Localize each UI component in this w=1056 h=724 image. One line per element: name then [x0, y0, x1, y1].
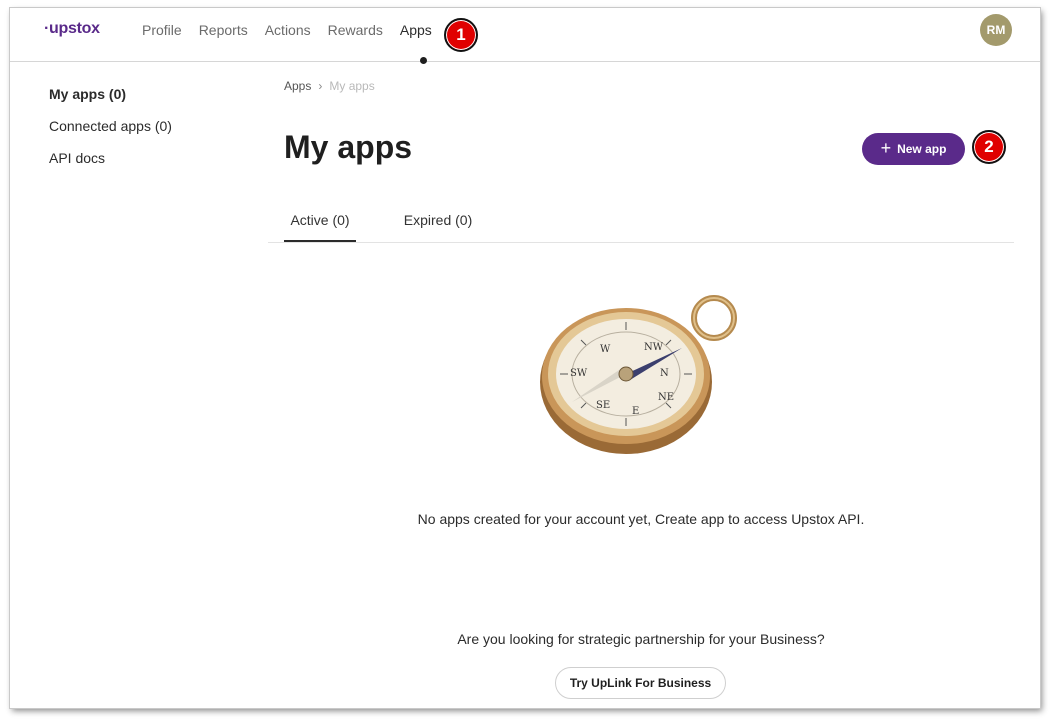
- avatar[interactable]: RM: [980, 14, 1012, 46]
- sidebar-item-connected-apps[interactable]: Connected apps (0): [49, 118, 172, 134]
- try-uplink-button[interactable]: Try UpLink For Business: [555, 667, 726, 699]
- annotation-badge-1: 1: [444, 18, 478, 52]
- svg-text:SW: SW: [570, 368, 588, 379]
- nav-item-rewards[interactable]: Rewards: [328, 22, 383, 38]
- top-navigation: ·upstox Profile Reports Actions Rewards …: [10, 8, 1040, 62]
- partnership-prompt: Are you looking for strategic partnershi…: [457, 631, 825, 647]
- sidebar-item-api-docs[interactable]: API docs: [49, 150, 172, 166]
- breadcrumb-current: My apps: [329, 79, 375, 93]
- annotation-badge-2: 2: [972, 130, 1006, 164]
- breadcrumb-separator: ›: [318, 79, 323, 93]
- new-app-button[interactable]: + New app: [862, 133, 965, 165]
- app-status-tabs: Active (0) Expired (0): [268, 198, 1014, 243]
- nav-item-reports[interactable]: Reports: [199, 22, 248, 38]
- svg-text:NW: NW: [644, 342, 664, 353]
- page-title: My apps: [284, 129, 413, 165]
- sidebar: My apps (0) Connected apps (0) API docs: [49, 86, 172, 182]
- tab-expired[interactable]: Expired (0): [390, 198, 486, 242]
- compass-icon: W NW N NE E SE SW: [540, 295, 737, 454]
- empty-state-message: No apps created for your account yet, Cr…: [417, 511, 865, 527]
- plus-icon: +: [880, 138, 892, 158]
- nav-item-apps[interactable]: Apps: [400, 22, 432, 38]
- sidebar-item-my-apps[interactable]: My apps (0): [49, 86, 172, 102]
- nav-links: Profile Reports Actions Rewards Apps: [142, 22, 449, 38]
- breadcrumb-root[interactable]: Apps: [284, 79, 311, 93]
- upstox-logo[interactable]: ·upstox: [44, 20, 100, 38]
- nav-item-profile[interactable]: Profile: [142, 22, 182, 38]
- breadcrumb: Apps › My apps: [284, 79, 375, 93]
- tab-active[interactable]: Active (0): [284, 198, 356, 242]
- browser-frame: ·upstox Profile Reports Actions Rewards …: [10, 8, 1040, 708]
- svg-text:NE: NE: [658, 392, 674, 403]
- svg-text:W: W: [600, 344, 611, 355]
- svg-text:N: N: [660, 368, 669, 379]
- nav-item-actions[interactable]: Actions: [265, 22, 311, 38]
- svg-text:E: E: [632, 406, 639, 417]
- new-app-label: New app: [897, 142, 947, 156]
- active-nav-indicator: [420, 57, 427, 64]
- svg-text:SE: SE: [596, 400, 610, 411]
